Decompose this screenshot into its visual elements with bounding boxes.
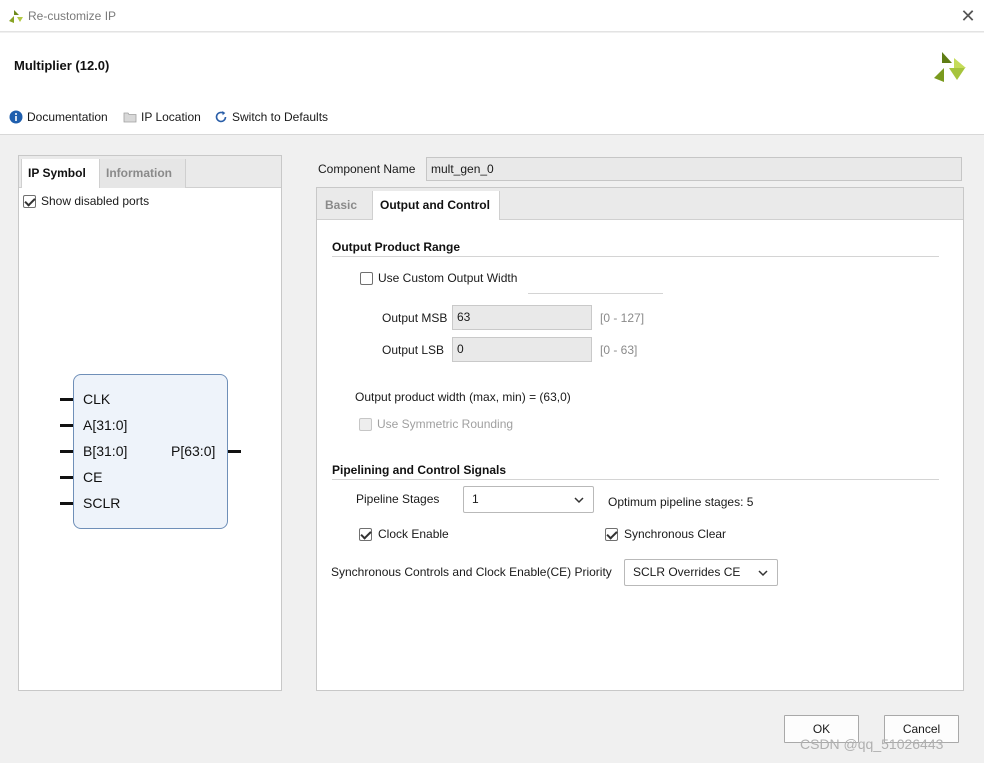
left-tab-bar: IP Symbol Information bbox=[19, 156, 281, 188]
component-name-label: Component Name bbox=[318, 162, 416, 176]
port-sclr: SCLR bbox=[83, 495, 121, 511]
ip-name-heading: Multiplier (12.0) bbox=[14, 58, 110, 73]
optimum-pipeline-stages: Optimum pipeline stages: 5 bbox=[608, 495, 754, 509]
synchronous-clear-option[interactable]: Synchronous Clear bbox=[605, 527, 726, 541]
switch-to-defaults-label: Switch to Defaults bbox=[232, 110, 329, 124]
chevron-down-icon bbox=[574, 497, 584, 504]
output-msb-range: [0 - 127] bbox=[600, 311, 645, 325]
switch-to-defaults-button[interactable]: Switch to Defaults bbox=[214, 109, 328, 125]
show-disabled-ports-label: Show disabled ports bbox=[41, 194, 150, 208]
title-bar: Re-customize IP ✕ bbox=[0, 0, 984, 32]
output-product-width-text: Output product width (max, min) = (63,0) bbox=[355, 390, 571, 404]
ce-priority-label: Synchronous Controls and Clock Enable(CE… bbox=[331, 565, 612, 579]
chevron-down-icon bbox=[758, 570, 768, 577]
pin-a bbox=[60, 424, 73, 427]
close-icon[interactable]: ✕ bbox=[958, 6, 978, 26]
show-disabled-ports-option[interactable]: Show disabled ports bbox=[23, 194, 149, 208]
tab-basic[interactable]: Basic bbox=[318, 191, 372, 220]
group-divider bbox=[528, 293, 663, 294]
tab-output-and-control[interactable]: Output and Control bbox=[372, 191, 500, 220]
tab-information[interactable]: Information bbox=[100, 159, 186, 188]
output-lsb-field[interactable]: 0 bbox=[452, 337, 592, 362]
clock-enable-checkbox[interactable] bbox=[359, 527, 372, 541]
xilinx-logo-icon bbox=[9, 10, 23, 23]
pipeline-stages-dropdown[interactable]: 1 bbox=[463, 486, 594, 513]
documentation-button[interactable]: Documentation bbox=[9, 109, 108, 125]
ip-location-label: IP Location bbox=[141, 110, 201, 124]
section-divider bbox=[332, 256, 939, 257]
ip-symbol-block: CLK A[31:0] B[31:0] CE SCLR P[63:0] bbox=[73, 374, 228, 529]
component-name-field[interactable]: mult_gen_0 bbox=[426, 157, 962, 181]
clock-enable-option[interactable]: Clock Enable bbox=[359, 527, 449, 541]
output-msb-label: Output MSB bbox=[382, 311, 448, 325]
pin-sclr bbox=[60, 502, 73, 505]
pin-clk bbox=[60, 398, 73, 401]
clock-enable-label: Clock Enable bbox=[378, 527, 449, 541]
use-custom-output-width-label: Use Custom Output Width bbox=[378, 271, 518, 285]
output-lsb-label: Output LSB bbox=[382, 343, 445, 357]
section-divider bbox=[332, 479, 939, 480]
ce-priority-value: SCLR Overrides CE bbox=[633, 565, 741, 579]
use-symmetric-rounding-label: Use Symmetric Rounding bbox=[377, 417, 514, 431]
documentation-label: Documentation bbox=[27, 110, 108, 124]
output-product-range-heading: Output Product Range bbox=[332, 240, 460, 254]
folder-icon bbox=[123, 112, 137, 123]
right-tab-bar: Basic Output and Control bbox=[317, 188, 963, 220]
info-icon bbox=[9, 110, 23, 124]
port-clk: CLK bbox=[83, 391, 111, 407]
output-lsb-range: [0 - 63] bbox=[600, 343, 638, 357]
pin-ce bbox=[60, 476, 73, 479]
refresh-icon bbox=[215, 111, 227, 123]
port-b: B[31:0] bbox=[83, 443, 128, 459]
use-symmetric-rounding-option[interactable]: Use Symmetric Rounding bbox=[359, 417, 513, 431]
use-symmetric-rounding-checkbox[interactable] bbox=[359, 417, 372, 431]
window-title: Re-customize IP bbox=[28, 9, 117, 23]
use-custom-output-width-option[interactable]: Use Custom Output Width bbox=[360, 271, 517, 285]
pipeline-stages-label: Pipeline Stages bbox=[356, 492, 440, 506]
header: Multiplier (12.0) bbox=[0, 33, 984, 97]
pipeline-stages-value: 1 bbox=[472, 492, 479, 506]
pin-b bbox=[60, 450, 73, 453]
output-msb-field[interactable]: 63 bbox=[452, 305, 592, 330]
use-custom-output-width-checkbox[interactable] bbox=[360, 271, 373, 285]
toolbar: Documentation IP Location Switch to Defa… bbox=[0, 97, 984, 135]
pipelining-heading: Pipelining and Control Signals bbox=[332, 463, 507, 477]
show-disabled-ports-checkbox[interactable] bbox=[23, 194, 36, 208]
ce-priority-dropdown[interactable]: SCLR Overrides CE bbox=[624, 559, 778, 586]
port-ce: CE bbox=[83, 469, 103, 485]
tab-ip-symbol[interactable]: IP Symbol bbox=[21, 159, 100, 188]
vivado-logo-icon bbox=[934, 52, 966, 82]
pin-p bbox=[228, 450, 241, 453]
watermark-text: CSDN @qq_51026443 bbox=[800, 736, 944, 752]
port-a: A[31:0] bbox=[83, 417, 128, 433]
synchronous-clear-checkbox[interactable] bbox=[605, 527, 618, 541]
synchronous-clear-label: Synchronous Clear bbox=[624, 527, 727, 541]
configuration-panel: Basic Output and Control bbox=[316, 187, 964, 691]
ip-location-button[interactable]: IP Location bbox=[123, 109, 201, 125]
port-p: P[63:0] bbox=[171, 443, 216, 459]
